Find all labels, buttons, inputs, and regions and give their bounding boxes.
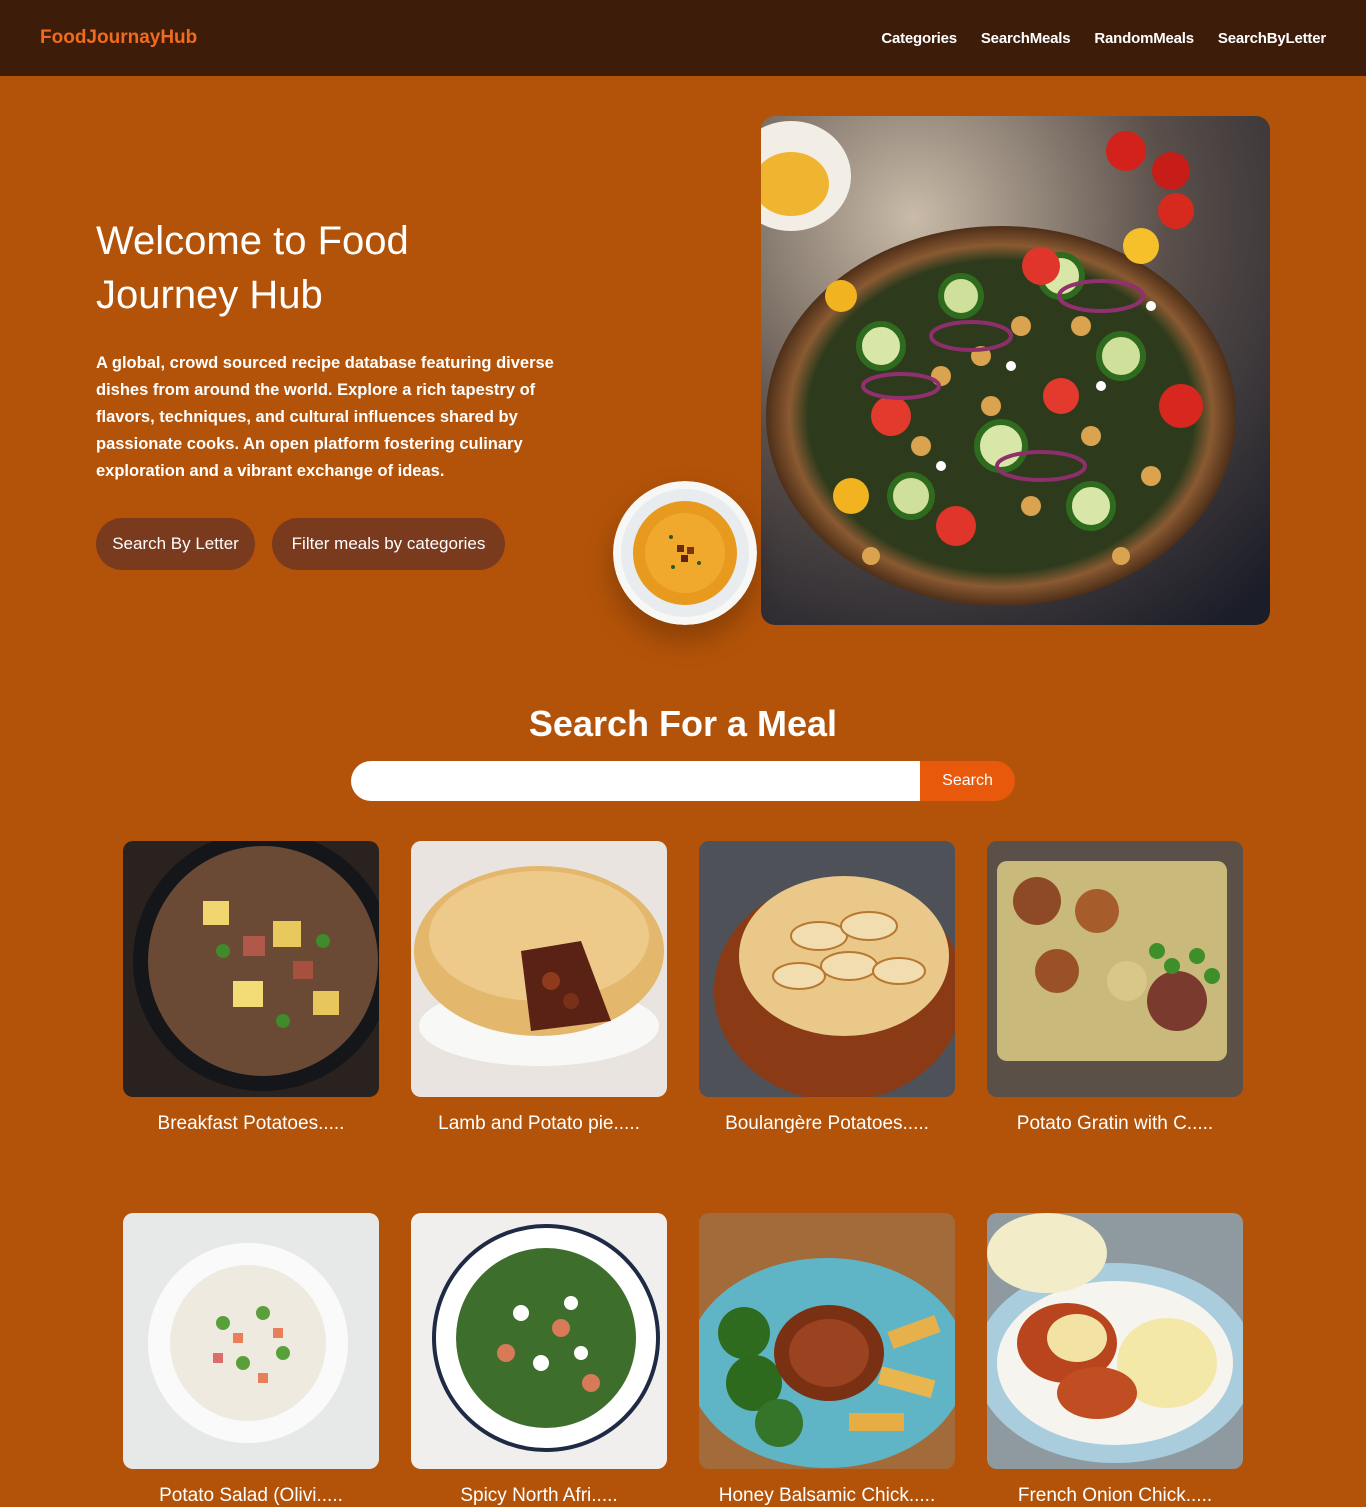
meal-image [411,1213,667,1469]
meal-card[interactable]: Breakfast Potatoes..... [123,841,379,1135]
navbar: FoodJournayHub Categories SearchMeals Ra… [0,0,1366,76]
meal-image [987,1213,1243,1469]
meal-title: Potato Gratin with C..... [1016,1113,1214,1134]
meal-title: Breakfast Potatoes..... [157,1113,345,1134]
search-by-letter-button[interactable]: Search By Letter [96,518,255,570]
meal-card[interactable]: Honey Balsamic Chick..... [699,1213,955,1507]
hero-description: A global, crowd sourced recipe database … [96,354,554,480]
nav-link-search-meals[interactable]: SearchMeals [981,30,1071,47]
meal-card[interactable]: Potato Salad (Olivi..... [123,1213,379,1507]
meal-search-input[interactable] [351,761,920,801]
nav-links: Categories SearchMeals RandomMeals Searc… [881,30,1326,47]
nav-link-search-by-letter[interactable]: SearchByLetter [1218,30,1326,47]
nav-link-categories[interactable]: Categories [881,30,957,47]
meal-image [123,841,379,1097]
meal-image [699,1213,955,1469]
meal-image [411,841,667,1097]
meal-title: Boulangère Potatoes..... [725,1113,929,1134]
meal-title: Spicy North Afri..... [460,1485,618,1506]
search-button[interactable]: Search [920,761,1015,801]
filter-categories-button[interactable]: Filter meals by categories [272,518,505,570]
hero-salad-image [761,116,1270,625]
nav-link-random-meals[interactable]: RandomMeals [1094,30,1194,47]
meal-card[interactable]: Spicy North Afri..... [411,1213,667,1507]
soup-bowl-image [613,481,757,625]
meal-image [123,1213,379,1469]
meal-card[interactable]: Potato Gratin with C..... [987,841,1243,1135]
meal-card[interactable]: French Onion Chick..... [987,1213,1243,1507]
meal-image [699,841,955,1097]
meal-title: Honey Balsamic Chick..... [718,1485,936,1506]
meal-image [987,841,1243,1097]
brand-logo-link[interactable]: FoodJournayHub [40,27,197,49]
meal-title: Potato Salad (Olivi..... [159,1485,343,1506]
meal-card[interactable]: Boulangère Potatoes..... [699,841,955,1135]
search-section-title: Search For a Meal [528,703,838,744]
meal-card[interactable]: Lamb and Potato pie..... [411,841,667,1135]
meal-title: Lamb and Potato pie..... [438,1113,640,1134]
meal-title: French Onion Chick..... [1017,1485,1213,1506]
hero-title: Welcome to Food Journey Hub [96,219,409,317]
